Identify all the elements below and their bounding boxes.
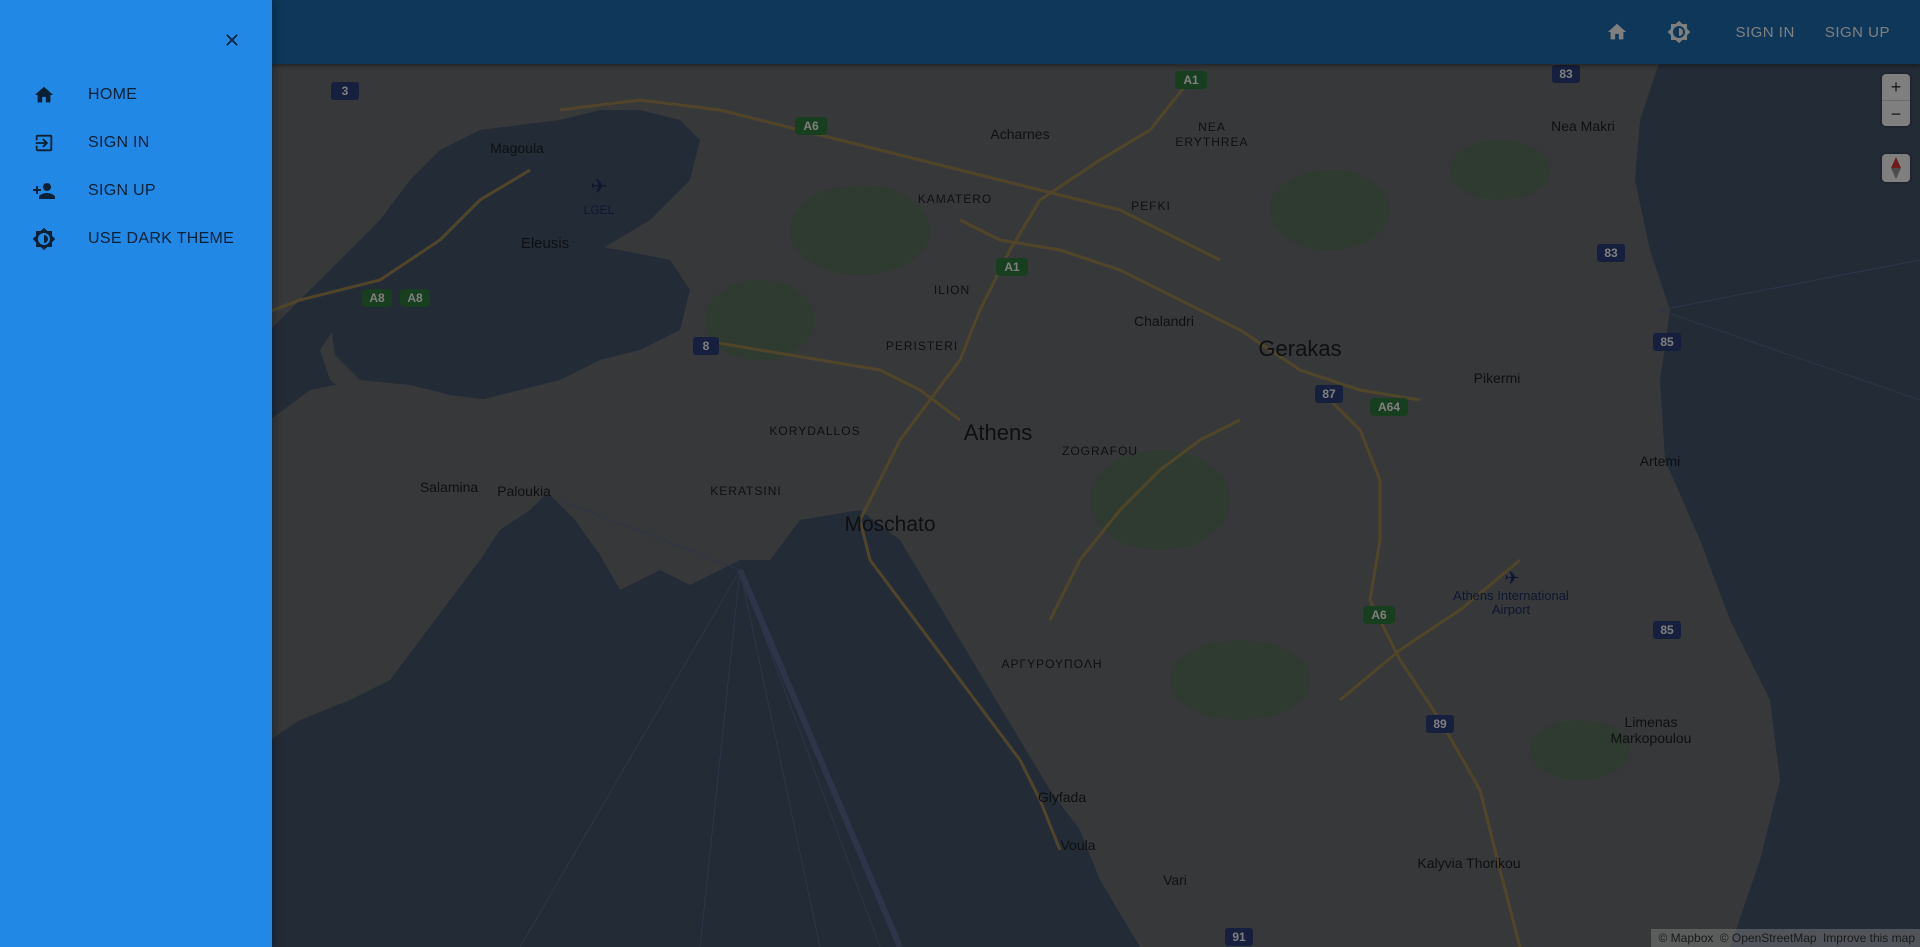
brightness-icon — [32, 227, 56, 251]
person-add-icon — [32, 179, 56, 203]
drawer-item-sign-in[interactable]: SIGN IN — [0, 119, 272, 167]
close-icon — [226, 34, 238, 46]
navigation-drawer: HOME SIGN IN SIGN UP USE DARK THEME — [0, 0, 272, 947]
login-icon — [32, 131, 56, 155]
drawer-item-label: SIGN IN — [88, 134, 150, 151]
drawer-item-dark-theme[interactable]: USE DARK THEME — [0, 215, 272, 263]
drawer-item-home[interactable]: HOME — [0, 71, 272, 119]
drawer-item-sign-up[interactable]: SIGN UP — [0, 167, 272, 215]
home-icon — [32, 83, 56, 107]
drawer-item-label: USE DARK THEME — [88, 230, 235, 247]
drawer-item-label: HOME — [88, 86, 138, 103]
close-drawer-button[interactable] — [216, 24, 248, 56]
drawer-menu: HOME SIGN IN SIGN UP USE DARK THEME — [0, 71, 272, 263]
drawer-item-label: SIGN UP — [88, 182, 156, 199]
drawer-backdrop[interactable] — [0, 0, 1920, 947]
